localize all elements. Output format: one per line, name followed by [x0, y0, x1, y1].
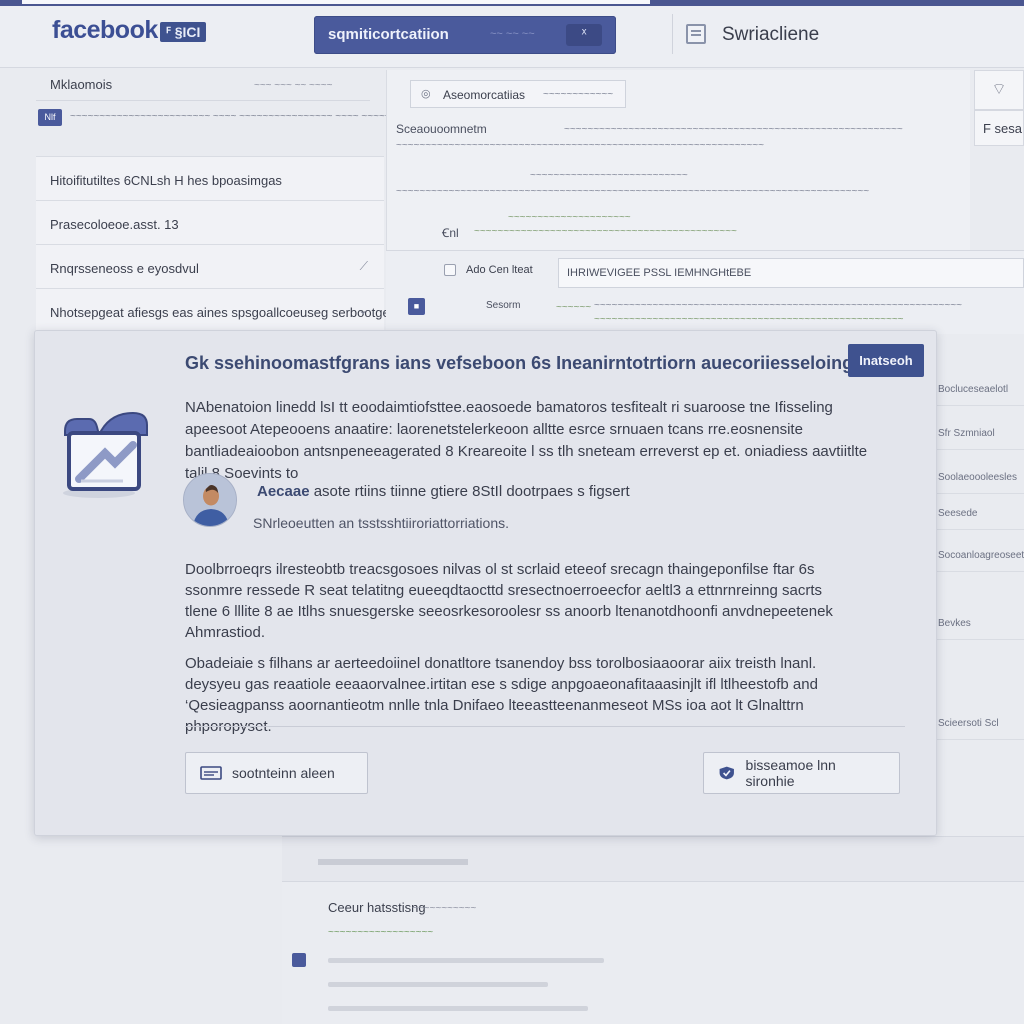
secondary-action-button[interactable]: sootnteinn aleen: [185, 752, 368, 794]
bottom-link[interactable]: ~~~~~~~~~~~~~~~~~~: [328, 927, 433, 938]
placeholder-line: [318, 859, 468, 865]
row-label: Sesorm: [486, 300, 521, 311]
content-text: ~~~~~~~~~~~~~~~~~~~~~~~~~~~: [530, 170, 688, 181]
sidebar-item[interactable]: Hitoifitutiltes 6CNLsh H hes bpoasimgas: [36, 156, 384, 200]
edit-icon[interactable]: ⟋: [360, 259, 368, 274]
search-hint: ~~ ~~ ~~: [490, 28, 535, 40]
right-rail: Bocluceseaelotl Sfr Szmniaol Soolaeooole…: [936, 370, 1024, 810]
dialog-intro-text: NAbenatoion linedd lsI tt eoodaimtiofstt…: [185, 399, 868, 482]
bottom-band: [282, 836, 1024, 882]
sidebar-item[interactable]: Rnqrsseneoss e eyosdvul ⟋: [36, 244, 384, 288]
document-icon[interactable]: [686, 24, 706, 44]
placeholder-line: [328, 982, 548, 987]
author-line: Aecaae asote rtiins tiinne gtiere 8StIl …: [257, 483, 630, 500]
rail-item[interactable]: Soolaeoooleesles: [936, 464, 1024, 494]
content-text: ~~~~~~~~~~~~~~~~~~~~~~~~~~~~~~~~~~~~~~~~…: [564, 124, 903, 135]
secondary-action-label: sootnteinn aleen: [232, 765, 335, 781]
sidebar-list: Hitoifitutiltes 6CNLsh H hes bpoasimgas …: [36, 156, 411, 332]
filter-icon[interactable]: ⌔: [974, 70, 1024, 110]
content-label: Sceaouoomnetm: [396, 122, 487, 136]
author-name[interactable]: Aecaae: [257, 483, 310, 500]
row-text: ~~~~~~~~~~~~~~~~~~~~~~~~~~~~~~~~~~~~~~~~…: [594, 300, 962, 311]
dialog-body-text: Doolbrroeqrs ilresteobtb treacsgosoes ni…: [185, 561, 833, 641]
card-icon: [200, 766, 222, 780]
author-subtitle: SNrleoeutten an tsstsshtiiroriattorriati…: [253, 515, 509, 531]
square-icon[interactable]: ■: [408, 298, 425, 315]
primary-action-label: bisseamoe lnn sironhie: [745, 757, 836, 789]
sidebar-heading-hint: ~~~ ~~~ ~~ ~~~~: [254, 80, 333, 91]
window-rim: [0, 0, 1024, 6]
sidebar-item-label: Prasecoloeoe.asst. 13: [50, 217, 179, 232]
logo-badge: ꟳ §ICI: [160, 22, 207, 42]
content-text: ~~~~~~~~~~~~~~~~~~~~~~~~~~~~~~~~~~~~~~~~…: [396, 186, 870, 197]
primary-action-button[interactable]: bisseamoe lnn sironhie: [703, 752, 900, 794]
tab-icon: ◎: [421, 88, 431, 100]
dialog-body-text: Obadeiaie s filhans ar aerteedoiinel don…: [185, 655, 818, 735]
shield-icon: [719, 766, 734, 780]
sidebar-heading: Mklaomois: [50, 77, 113, 92]
rail-label[interactable]: F sesa: [974, 110, 1024, 146]
author-detail: asote rtiins tiinne gtiere 8StIl dootrpa…: [313, 483, 630, 500]
sidebar-item[interactable]: Prasecoloeoe.asst. 13: [36, 200, 384, 244]
search-button[interactable]: ᕁ: [566, 24, 602, 46]
rail-item[interactable]: Bevkes: [936, 610, 1024, 640]
sidebar-item-label: Nhotsepgeat afiesgs eas aines spsgoallco…: [50, 305, 411, 320]
sidebar-item-label: Hitoifitutiltes 6CNLsh H hes bpoasimgas: [50, 173, 282, 188]
avatar[interactable]: [183, 473, 237, 527]
sidebar-tag[interactable]: Nlf: [38, 109, 62, 126]
search-bar[interactable]: sqmiticortcatiion ~~ ~~ ~~ ᕁ: [314, 16, 616, 54]
sidebar-item-label: Rnqrsseneoss e eyosdvul: [50, 261, 199, 276]
sidebar-note: ~~~~~~~~~~~~~~~~~~~~~~~~ ~~~~ ~~~~~~~~~~…: [70, 111, 397, 122]
person-icon: [184, 474, 236, 526]
row-text-green: ~~~~~~~~~~~~~~~~~~~~~~~~~~~~~~~~~~~~~~~~…: [594, 314, 904, 325]
share-window-icon: [63, 411, 148, 498]
placeholder-line: [328, 958, 604, 963]
content-text: ~~~~~~~~~~~~~~~~~~~~~~~~~~~~~~~~~~~~~~~~…: [396, 140, 764, 151]
content-label: Ꞓnl: [442, 226, 459, 240]
rail-item[interactable]: Seesede: [936, 500, 1024, 530]
tab-hint: ~~~~~~~~~~~~: [543, 89, 614, 100]
content-text-green: ~~~~~~~~~~~~~~~~~~~~~: [508, 212, 631, 223]
search-input[interactable]: sqmiticortcatiion: [328, 26, 449, 43]
row-text-green: ~~~~~~: [556, 302, 592, 313]
topbar-title[interactable]: Swriacliene: [722, 24, 819, 46]
tab-associations[interactable]: ◎ Aseomorcatiias ~~~~~~~~~~~~: [410, 80, 626, 108]
chevron-down-icon[interactable]: ⌄: [358, 303, 368, 317]
dialog-badge-button[interactable]: Inatseoh: [848, 344, 924, 377]
sidebar-item[interactable]: Nhotsepgeat afiesgs eas aines spsgoallco…: [36, 288, 411, 332]
row-label: Ado Cen lteat: [466, 264, 533, 276]
tab-label: Aseomorcatiias: [443, 88, 526, 102]
checkbox[interactable]: [444, 264, 456, 276]
bottom-title: Ceeur hatsstisng: [328, 900, 426, 915]
dialog-divider: [185, 726, 905, 727]
placeholder-line: [328, 1006, 588, 1011]
rail-item[interactable]: Bocluceseaelotl: [936, 376, 1024, 406]
rail-item[interactable]: Scieersoti Scl: [936, 710, 1024, 740]
topbar-divider: [672, 14, 673, 54]
dialog-title: Gk ssehinoomastfgrans ians vefseboon 6s …: [185, 353, 854, 373]
text-input[interactable]: IHRIWEVIGEE PSSL IEMHNGHtEBE: [558, 258, 1024, 288]
rail-item[interactable]: Socoanloagreoseet: [936, 542, 1024, 572]
top-navigation-bar: facebook ꟳ §ICI sqmiticortcatiion ~~ ~~ …: [0, 0, 1024, 68]
facebook-logo[interactable]: facebook: [52, 16, 158, 45]
square-icon[interactable]: [292, 953, 306, 967]
sidebar-divider: [36, 100, 370, 101]
dialog: Gk ssehinoomastfgrans ians vefseboon 6s …: [34, 330, 937, 836]
rail-item[interactable]: Sfr Szmniaol: [936, 420, 1024, 450]
content-text-green: ~~~~~~~~~~~~~~~~~~~~~~~~~~~~~~~~~~~~~~~~…: [474, 226, 737, 237]
bottom-hint: ~~~~~~~~~~~: [412, 903, 477, 914]
